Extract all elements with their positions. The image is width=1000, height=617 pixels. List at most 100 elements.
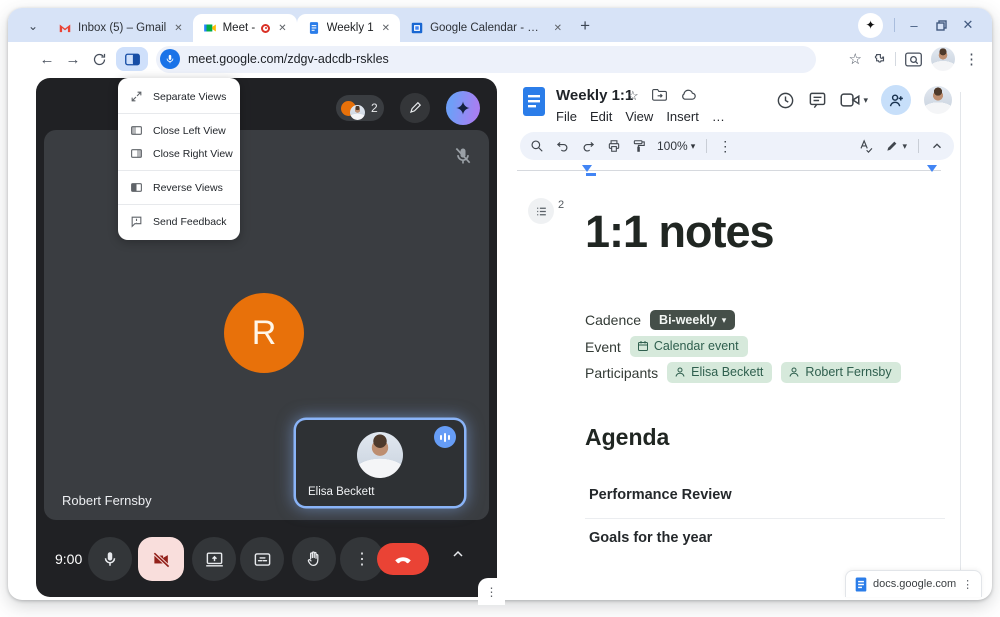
- header-actions: ▾: [776, 85, 952, 115]
- leave-call-button[interactable]: [377, 543, 429, 575]
- mic-button[interactable]: [88, 537, 132, 581]
- cadence-dropdown-chip[interactable]: Bi-weekly ▾: [650, 310, 735, 330]
- editing-mode-button[interactable]: ▾: [885, 139, 907, 153]
- split-view-button[interactable]: [116, 47, 148, 71]
- address-bar[interactable]: meet.google.com/zdgv-adcdb-rskles: [156, 46, 816, 73]
- menu-view[interactable]: View: [625, 109, 653, 124]
- tab-docs[interactable]: Weekly 1 ✕: [297, 14, 400, 42]
- video-call-button[interactable]: ▾: [840, 92, 868, 108]
- pip-video-tile[interactable]: Elisa Beckett: [296, 420, 464, 506]
- captions-button[interactable]: [240, 537, 284, 581]
- window-controls: ✦ – ✕: [858, 8, 992, 42]
- annotate-button[interactable]: [400, 93, 430, 123]
- redo-icon[interactable]: [581, 139, 596, 153]
- close-tab-icon[interactable]: ✕: [172, 21, 184, 36]
- close-tab-icon[interactable]: ✕: [380, 21, 392, 36]
- toolbar-right: ☆ ⋮: [849, 47, 992, 71]
- tab-gmail[interactable]: Inbox (5) – Gmail ✕: [48, 14, 193, 42]
- raise-hand-button[interactable]: [292, 537, 336, 581]
- mic-permission-icon[interactable]: [160, 49, 180, 69]
- share-button[interactable]: [881, 85, 911, 115]
- menu-item-send-feedback[interactable]: Send Feedback: [118, 210, 240, 233]
- participants-row: Participants Elisa Beckett Robert Fernsb…: [585, 362, 901, 383]
- menu-insert[interactable]: Insert: [666, 109, 699, 124]
- docs-pane: Weekly 1:1 ☆ File Edit View Insert … ▾: [505, 78, 980, 597]
- menu-item-close-left-view[interactable]: Close Left View: [118, 119, 240, 142]
- back-button[interactable]: ←: [34, 46, 60, 72]
- zoom-control[interactable]: 100% ▾: [657, 139, 695, 153]
- menu-item-close-right-view[interactable]: Close Right View: [118, 142, 240, 165]
- scrollbar-track[interactable]: [960, 92, 961, 570]
- menu-overflow[interactable]: …: [712, 109, 725, 124]
- left-indent-marker[interactable]: [582, 165, 592, 172]
- zoom-value: 100%: [657, 139, 688, 153]
- paint-format-icon[interactable]: [632, 139, 646, 153]
- expand-controls-button[interactable]: [450, 546, 466, 562]
- menu-item-reverse-views[interactable]: Reverse Views: [118, 176, 240, 199]
- more-vertical-icon: ⋮: [486, 585, 498, 599]
- browser-window: ⌄ Inbox (5) – Gmail ✕ Meet - ✕ Weekly 1 …: [8, 8, 992, 600]
- participant-avatar: [350, 105, 365, 120]
- meeting-time: 9:00: [55, 551, 82, 567]
- outline-badge-button[interactable]: [528, 198, 554, 224]
- tab-calendar[interactable]: Google Calendar - week of ✕: [400, 14, 572, 42]
- tab-search-chevron-icon[interactable]: ⌄: [22, 15, 44, 37]
- right-indent-marker[interactable]: [927, 165, 937, 172]
- search-tabs-icon[interactable]: [905, 52, 922, 67]
- undo-icon[interactable]: [555, 139, 570, 153]
- caret-down-icon: ▾: [902, 141, 907, 152]
- move-folder-icon[interactable]: [652, 88, 667, 101]
- close-tab-icon[interactable]: ✕: [276, 21, 288, 36]
- url-text[interactable]: meet.google.com/zdgv-adcdb-rskles: [188, 52, 389, 66]
- collapse-toolbar-icon[interactable]: [930, 139, 944, 153]
- menu-item-separate-views[interactable]: Separate Views: [118, 85, 240, 108]
- print-icon[interactable]: [607, 139, 621, 153]
- cloud-saved-icon[interactable]: [680, 88, 696, 101]
- star-document-icon[interactable]: ☆: [627, 88, 639, 104]
- right-pane-site-badge[interactable]: docs.google.com ⋮: [845, 570, 982, 597]
- menu-edit[interactable]: Edit: [590, 109, 612, 124]
- profile-avatar[interactable]: [931, 47, 955, 71]
- browser-menu-icon[interactable]: ⋮: [964, 50, 979, 68]
- agenda-item[interactable]: Performance Review: [589, 487, 732, 503]
- spellcheck-icon[interactable]: [858, 139, 874, 154]
- pane-menu-icon[interactable]: ⋮: [962, 578, 973, 591]
- extensions-icon[interactable]: [871, 52, 886, 67]
- eq-bar: [440, 435, 443, 440]
- eq-bar: [444, 433, 447, 442]
- left-indent-bar[interactable]: [586, 173, 596, 176]
- restore-button[interactable]: [933, 20, 949, 31]
- minimize-button[interactable]: –: [906, 18, 922, 33]
- participant-chip[interactable]: Robert Fernsby: [781, 362, 900, 383]
- docs-icon: [855, 577, 867, 592]
- document-heading[interactable]: 1:1 notes: [585, 206, 774, 258]
- search-icon[interactable]: [530, 139, 544, 153]
- new-tab-button[interactable]: +: [580, 16, 590, 36]
- document-title[interactable]: Weekly 1:1: [556, 87, 633, 104]
- present-button[interactable]: [192, 537, 236, 581]
- toolbar-overflow-icon[interactable]: ⋮: [718, 138, 732, 155]
- close-tab-icon[interactable]: ✕: [552, 21, 564, 36]
- left-pane-menu[interactable]: ⋮: [478, 578, 505, 605]
- reload-button[interactable]: [86, 46, 112, 72]
- puzzle-icon: [871, 52, 886, 67]
- account-avatar[interactable]: [924, 86, 952, 114]
- agenda-item[interactable]: Goals for the year: [589, 530, 712, 546]
- camera-off-button[interactable]: [138, 537, 184, 581]
- forward-button[interactable]: →: [60, 46, 86, 72]
- tab-organize-sparkle-icon[interactable]: ✦: [858, 13, 883, 38]
- participant-chip[interactable]: Elisa Beckett: [667, 362, 772, 383]
- participants-pill[interactable]: 2: [336, 95, 384, 121]
- mic-icon: [165, 54, 175, 64]
- version-history-icon[interactable]: [776, 91, 795, 110]
- close-window-button[interactable]: ✕: [960, 17, 976, 33]
- menu-bar: File Edit View Insert …: [556, 109, 725, 124]
- comments-icon[interactable]: [808, 91, 827, 110]
- menu-file[interactable]: File: [556, 109, 577, 124]
- calendar-event-chip[interactable]: Calendar event: [630, 336, 748, 357]
- bookmark-star-icon[interactable]: ☆: [849, 50, 862, 68]
- present-screen-icon: [205, 550, 224, 569]
- section-heading[interactable]: Agenda: [585, 424, 669, 451]
- tab-meet[interactable]: Meet - ✕: [193, 14, 297, 42]
- gemini-button[interactable]: [446, 91, 480, 125]
